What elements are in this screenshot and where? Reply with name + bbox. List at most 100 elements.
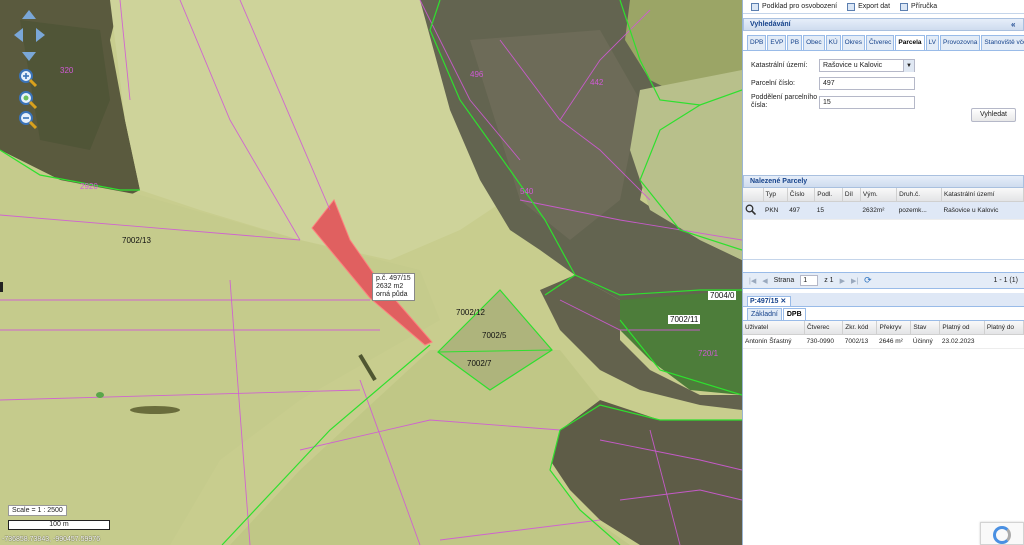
tab-provozovna[interactable]: Provozovna [940,35,981,50]
map-canvas[interactable]: 320 2920 7002/13 7002/12 7002/5 7002/7 7… [0,0,742,545]
popup-land-type: orná půda [376,291,408,298]
parcel-label-7002-7: 7002/7 [467,359,492,368]
zoom-extent-icon[interactable] [18,90,38,110]
col-vym[interactable]: Vým. [860,188,898,202]
podklad-label: Podklad pro osvobození [762,3,838,10]
col-podl[interactable]: Podl. [814,188,843,202]
search-title: Vyhledávání [750,21,791,28]
parcel-label-442: 442 [590,78,604,87]
cell-cislo: 497 [787,201,815,220]
pan-control [14,10,45,62]
tab-zakladni[interactable]: Základní [747,308,782,320]
parcelni-label: Parcelní číslo: [751,79,795,87]
pager-strana: Strana [773,277,795,284]
cell-podl: 15 [814,201,843,220]
parcelni-input[interactable]: 497 [819,77,915,90]
col-cislo[interactable]: Číslo [787,188,816,202]
parcel-label-720-1: 720/1 [698,349,719,358]
detail-header-row: Uživatel Čtverec Zkr. kód Překryv Stav P… [743,321,1024,335]
parcel-detail-title: P:497/15 [750,298,779,305]
tab-evp[interactable]: EVP [767,35,787,50]
search-button[interactable]: Vyhledat [971,108,1016,122]
manual-label: Příručka [911,3,938,10]
popup-parcel-number: p.č. 497/15 [376,275,411,282]
cell-zkr: 7002/13 [842,334,877,349]
pan-left-icon[interactable] [14,28,23,42]
col-prekryv[interactable]: Překryv [876,321,912,335]
tab-dpb[interactable]: DPB [747,35,767,50]
podklad-button[interactable]: Podklad pro osvobození [751,2,838,11]
zoom-to-parcel-icon[interactable] [743,201,763,220]
manual-button[interactable]: Příručka [900,2,938,11]
parcel-label-7004-0: 7004/0 [708,291,737,300]
cell-do [984,334,1024,349]
refresh-icon[interactable]: ⟳ [864,275,872,286]
col-dil[interactable]: Díl [842,188,861,202]
tab-ku[interactable]: KÚ [825,35,841,50]
search-tabs: DPB EVP PB Obec KÚ Okres Čtverec Parcela… [743,35,1024,51]
pan-down-icon[interactable] [22,52,36,61]
last-page-icon[interactable]: ▶| [851,277,858,285]
popup-area: 2632 m2 [376,283,404,290]
katastralni-select[interactable]: Rašovice u Kalovic ▼ [819,59,915,72]
results-header-row: Typ Číslo Podl. Díl Vým. Druh.č. Katastr… [743,188,1024,202]
col-typ[interactable]: Typ [763,188,788,202]
page-input[interactable]: 1 [800,275,819,286]
tab-okres[interactable]: Okres [841,35,865,50]
chevron-down-icon[interactable]: ▼ [903,59,914,72]
pager-of: z 1 [824,277,834,284]
col-stav[interactable]: Stav [910,321,941,335]
col-druh[interactable]: Druh.č. [896,188,942,202]
first-page-icon[interactable]: |◀ [749,277,756,285]
prev-page-icon[interactable]: ◀ [762,277,767,285]
col-ku[interactable]: Katastrální území [941,188,1024,202]
parcel-popup: p.č. 497/15 2632 m2 orná půda [372,273,415,301]
katastralni-row: Katastrální území: Rašovice u Kalovic ▼ [751,58,1016,73]
cell-ctverec: 730-0990 [804,334,843,349]
results-grid: Typ Číslo Podl. Díl Vým. Druh.č. Katastr… [743,188,1024,260]
col-od[interactable]: Platný od [939,321,985,335]
col-uzivatel[interactable]: Uživatel [743,321,805,335]
col-zkr[interactable]: Zkr. kód [842,321,878,335]
col-ctverec[interactable]: Čtverec [804,321,844,335]
close-icon[interactable]: ✕ [780,298,786,305]
export-button[interactable]: Export dat [847,2,890,11]
pager-info: 1 - 1 (1) [993,277,1018,284]
tab-parcela[interactable]: Parcela [895,35,925,50]
parcel-label-320: 320 [60,66,74,75]
katastralni-value: Rašovice u Kalovic [823,61,883,69]
pan-right-icon[interactable] [36,28,45,42]
poddeleni-label: Poddělení parcelního čísla: [751,94,818,109]
tab-pb[interactable]: PB [787,35,803,50]
tab-lv[interactable]: LV [925,35,939,50]
zoom-out-icon[interactable] [18,110,38,130]
cell-dil [842,201,861,220]
tab-detail-dpb[interactable]: DPB [782,308,806,320]
col-do[interactable]: Platný do [984,321,1024,335]
splitter-handle[interactable] [0,282,3,292]
top-toolbar: Podklad pro osvobození Export dat Příruč… [743,0,1024,14]
tab-stanoviste[interactable]: Stanoviště včel [981,35,1024,50]
pan-up-icon[interactable] [22,10,36,19]
tab-obec[interactable]: Obec [803,35,825,50]
poddeleni-input[interactable]: 15 [819,95,915,109]
parcel-label-7002-13: 7002/13 [122,236,151,245]
tab-parcel-detail[interactable]: P:497/15 ✕ [747,296,792,306]
katastralni-label: Katastrální území: [751,61,808,69]
zoom-in-icon[interactable] [18,68,38,88]
scale-text: Scale = 1 : 2500 [8,505,67,516]
recaptcha-badge[interactable] [980,522,1024,545]
parcelni-row: Parcelní číslo: 497 [751,76,1016,91]
cell-stav: Účinný [910,334,940,349]
next-page-icon[interactable]: ▶ [840,277,845,285]
cell-vym: 2632m² [860,201,897,220]
parcel-label-7002-12: 7002/12 [456,308,485,317]
collapse-icon[interactable]: « [1011,21,1019,29]
table-row[interactable]: Antonín Šťastný 730-0990 7002/13 2646 m²… [743,334,1024,349]
parcel-label-496: 496 [470,70,484,79]
export-icon [847,2,856,11]
table-row[interactable]: PKN 497 15 2632m² pozemk... Rašovice u K… [743,201,1024,220]
col-icon [743,188,764,202]
parcel-label-7002-11: 7002/11 [668,315,701,324]
tab-ctverec[interactable]: Čtverec [865,35,895,50]
